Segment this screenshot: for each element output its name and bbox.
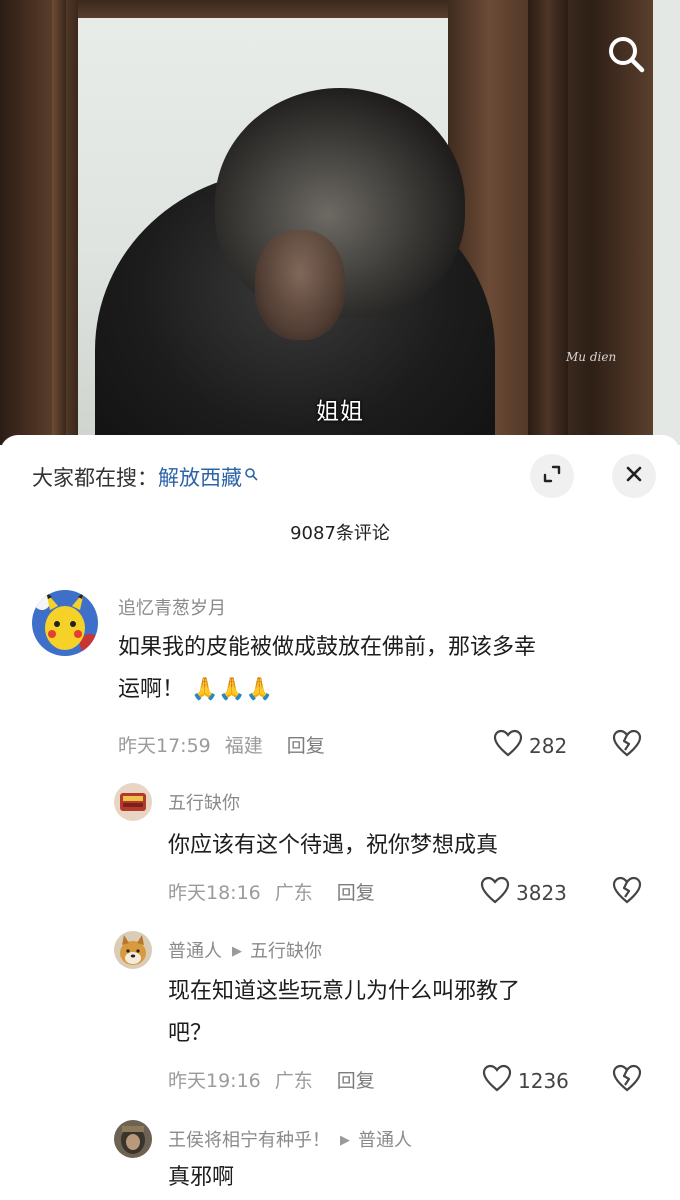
reply-text: 现在知道这些玩意儿为什么叫邪教了 吧？	[168, 971, 648, 1055]
hot-search-prefix: 大家都在搜：	[32, 466, 158, 490]
reply-time: 昨天18:16	[168, 882, 261, 904]
heart-icon	[482, 1064, 518, 1097]
reply-meta: 昨天18:16 广东 回复	[168, 878, 389, 905]
broken-heart-icon	[612, 1064, 642, 1096]
reply-item: 五行缺你 你应该有这个待遇，祝你梦想成真 昨天18:16 广东 回复 3823	[0, 783, 680, 913]
video-subtitle: 姐姐	[316, 399, 364, 425]
expand-button[interactable]	[530, 454, 574, 498]
reply-location: 广东	[274, 1070, 313, 1092]
like-button[interactable]: 1236	[482, 1064, 569, 1097]
comment-meta: 昨天17:59 福建 回复	[118, 731, 339, 758]
comment-item: 追忆青葱岁月 如果我的皮能被做成鼓放在佛前，那该多幸 运啊！ 🙏🙏🙏 昨天17:…	[0, 590, 680, 780]
reply-arrow-icon: ▶	[340, 1133, 350, 1148]
reply-button[interactable]: 回复	[337, 1070, 375, 1092]
reply-username[interactable]: 普通人	[168, 941, 222, 962]
video-door-frame-left	[0, 0, 78, 445]
video-player[interactable]: Mu dien 姐姐	[0, 0, 680, 445]
comment-text-fragment: 运啊！	[118, 677, 185, 702]
comment-location: 福建	[224, 735, 263, 757]
reply-text: 你应该有这个待遇，祝你梦想成真	[168, 833, 499, 858]
broken-heart-icon	[612, 729, 642, 761]
comment-username[interactable]: 追忆青葱岁月	[118, 594, 226, 620]
reply-header: 王侯将相宁有种乎！ ▶ 普通人	[168, 1126, 412, 1152]
avatar[interactable]	[114, 783, 152, 821]
reply-time: 昨天19:16	[168, 1070, 261, 1092]
heart-icon	[493, 729, 529, 762]
dislike-button[interactable]	[612, 1064, 642, 1096]
reply-to-username[interactable]: 普通人	[358, 1130, 412, 1151]
reply-arrow-icon: ▶	[232, 944, 242, 959]
reply-to-username[interactable]: 五行缺你	[250, 941, 322, 962]
pray-emoji: 🙏🙏🙏	[191, 677, 274, 702]
heart-icon	[480, 876, 516, 909]
reply-username[interactable]: 王侯将相宁有种乎！	[168, 1130, 330, 1151]
broken-heart-icon	[612, 876, 642, 908]
like-count: 282	[529, 733, 568, 758]
video-background	[653, 0, 680, 445]
comment-time: 昨天17:59	[118, 735, 211, 757]
comment-sheet: 大家都在搜：解放西藏 9087条评论 追忆青葱岁月 如果我的皮能被做成鼓放在佛前…	[0, 435, 680, 1200]
close-button[interactable]	[612, 454, 656, 498]
reply-header: 普通人 ▶ 五行缺你	[168, 937, 322, 963]
comment-count: 9087条评论	[290, 523, 390, 544]
like-button[interactable]: 3823	[480, 876, 567, 909]
reply-item: 普通人 ▶ 五行缺你 现在知道这些玩意儿为什么叫邪教了 吧？ 昨天19:16 广东 回复…	[0, 931, 680, 1106]
avatar[interactable]	[114, 931, 152, 969]
comment-text-line: 如果我的皮能被做成鼓放在佛前，那该多幸	[118, 635, 537, 660]
comment-text-line: 运啊！ 🙏🙏🙏	[118, 669, 658, 711]
reply-text-line: 现在知道这些玩意儿为什么叫邪教了	[168, 979, 521, 1004]
search-icon[interactable]	[604, 32, 648, 76]
reply-text: 真邪啊	[168, 1165, 235, 1190]
hot-search-keyword[interactable]: 解放西藏	[158, 466, 242, 490]
comment-text: 如果我的皮能被做成鼓放在佛前，那该多幸 运啊！ 🙏🙏🙏	[118, 627, 658, 711]
video-person-face	[255, 230, 345, 340]
dislike-button[interactable]	[612, 876, 642, 908]
search-icon	[244, 462, 258, 486]
hot-search-bar[interactable]: 大家都在搜：解放西藏	[32, 462, 258, 492]
reply-button[interactable]: 回复	[287, 735, 325, 757]
reply-location: 广东	[274, 882, 313, 904]
close-icon	[623, 463, 645, 489]
like-count: 1236	[518, 1068, 569, 1093]
reply-item: 王侯将相宁有种乎！ ▶ 普通人 真邪啊	[0, 1120, 680, 1200]
like-button[interactable]: 282	[493, 729, 567, 762]
dislike-button[interactable]	[612, 729, 642, 761]
reply-button[interactable]: 回复	[337, 882, 375, 904]
reply-text-line: 吧？	[168, 1021, 213, 1046]
avatar[interactable]	[114, 1120, 152, 1158]
like-count: 3823	[516, 880, 567, 905]
video-watermark: Mu dien	[566, 350, 617, 364]
reply-username[interactable]: 五行缺你	[168, 789, 240, 815]
avatar[interactable]	[32, 590, 98, 656]
reply-meta: 昨天19:16 广东 回复	[168, 1066, 389, 1093]
expand-icon	[540, 462, 564, 490]
